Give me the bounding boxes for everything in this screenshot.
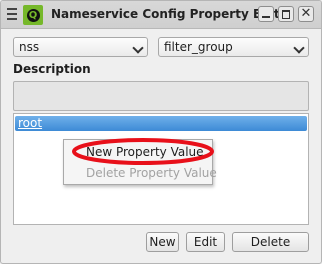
menu-item-delete-property-value: Delete Property Value bbox=[86, 166, 217, 180]
editor-window: Q Nameservice Config Property Editor ✕ n… bbox=[0, 0, 322, 264]
minimize-button[interactable] bbox=[258, 6, 274, 22]
property-combo[interactable]: filter_group bbox=[158, 37, 309, 57]
context-menu: New Property Value Delete Property Value bbox=[63, 139, 217, 185]
chevron-down-icon bbox=[293, 42, 305, 54]
description-label: Description bbox=[13, 62, 91, 76]
description-field[interactable] bbox=[13, 81, 309, 111]
property-combo-value: filter_group bbox=[164, 40, 233, 54]
logo-letter: Q bbox=[26, 9, 40, 22]
service-combo[interactable]: nss bbox=[13, 37, 148, 57]
title-bar[interactable]: Q Nameservice Config Property Editor ✕ bbox=[1, 1, 321, 29]
close-button[interactable]: ✕ bbox=[298, 6, 314, 22]
menu-item-new-property-value[interactable]: New Property Value bbox=[86, 145, 204, 159]
edit-button[interactable]: Edit bbox=[186, 232, 225, 252]
tree-item-label: root bbox=[18, 116, 43, 130]
chevron-down-icon bbox=[132, 42, 144, 54]
app-logo-icon: Q bbox=[23, 5, 43, 25]
service-combo-value: nss bbox=[19, 40, 40, 54]
close-icon: ✕ bbox=[300, 6, 312, 21]
delete-button[interactable]: Delete bbox=[232, 232, 309, 252]
window-menu-icon[interactable] bbox=[7, 8, 17, 20]
tree-item-root[interactable]: root bbox=[15, 116, 307, 131]
new-button[interactable]: New bbox=[146, 232, 179, 252]
maximize-button[interactable] bbox=[278, 6, 294, 22]
